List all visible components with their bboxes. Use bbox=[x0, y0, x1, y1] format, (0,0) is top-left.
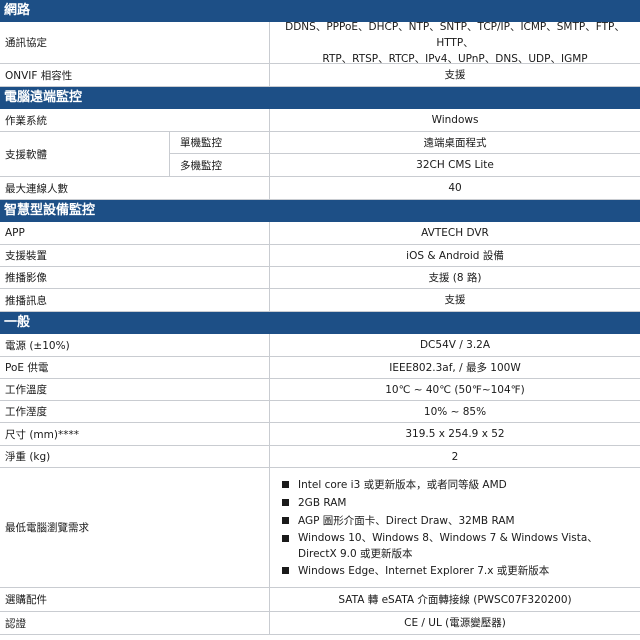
spec-label: ONVIF 相容性 bbox=[0, 64, 270, 86]
spec-value: IEEE802.3af, / 最多 100W bbox=[389, 361, 521, 374]
spec-value: 支援 (8 路) bbox=[428, 271, 482, 284]
spec-sheet: 網路 通訊協定 DDNS、PPPoE、DHCP、NTP、SNTP、TCP/IP、… bbox=[0, 0, 640, 640]
spec-row-push-msg: 推播訊息 支援 bbox=[0, 289, 640, 312]
spec-value: 10℃ ~ 40℃ (50℉~104℉) bbox=[385, 383, 525, 396]
spec-label: 推播影像 bbox=[0, 267, 270, 288]
list-item: Windows 10、Windows 8、Windows 7 & Windows… bbox=[280, 530, 640, 562]
spec-value: 2 bbox=[451, 450, 459, 463]
spec-row-size: 尺寸 (mm)**** 319.5 x 254.9 x 52 bbox=[0, 423, 640, 446]
spec-row-max-users: 最大連線人數 40 bbox=[0, 177, 640, 200]
spec-value: 支援 bbox=[444, 69, 466, 81]
spec-label: 尺寸 (mm)**** bbox=[0, 423, 270, 445]
spec-value: DC54V / 3.2A bbox=[419, 339, 491, 351]
spec-value: 319.5 x 254.9 x 52 bbox=[405, 428, 505, 440]
list-item: Windows Edge、Internet Explorer 7.x 或更新版本 bbox=[280, 562, 640, 580]
spec-row-poe: PoE 供電 IEEE802.3af, / 最多 100W bbox=[0, 357, 640, 379]
list-item: AGP 圖形介面卡、Direct Draw、32MB RAM bbox=[280, 512, 640, 530]
spec-row-onvif: ONVIF 相容性 支援 bbox=[0, 64, 640, 87]
subrow-single: 單機監控 遠端桌面程式 bbox=[170, 132, 640, 154]
software-subrows: 單機監控 遠端桌面程式 多機監控 32CH CMS Lite bbox=[170, 132, 640, 176]
sub-value: 32CH CMS Lite bbox=[416, 159, 494, 171]
spec-row-software: 支援軟體 單機監控 遠端桌面程式 多機監控 32CH CMS Lite bbox=[0, 132, 640, 177]
spec-value: 40 bbox=[448, 182, 462, 194]
spec-value: 支援 bbox=[444, 294, 466, 306]
sub-value: 遠端桌面程式 bbox=[423, 136, 487, 149]
spec-label: 推播訊息 bbox=[0, 289, 270, 311]
spec-label: 最大連線人數 bbox=[0, 177, 270, 199]
spec-row-devices: 支援裝置 iOS & Android 設備 bbox=[0, 245, 640, 267]
protocol-line-1: DDNS、PPPoE、DHCP、NTP、SNTP、TCP/IP、ICMP、SMT… bbox=[285, 20, 625, 49]
spec-row-temp: 工作溫度 10℃ ~ 40℃ (50℉~104℉) bbox=[0, 379, 640, 401]
spec-value: SATA 轉 eSATA 介面轉接線 (PWSC07F320200) bbox=[338, 593, 572, 606]
section-header-smart: 智慧型設備監控 bbox=[0, 200, 640, 222]
spec-row-cert: 認證 CE / UL (電源變壓器) bbox=[0, 612, 640, 635]
list-item-line: Windows 10、Windows 8、Windows 7 & Windows… bbox=[298, 531, 598, 544]
spec-row-protocol: 通訊協定 DDNS、PPPoE、DHCP、NTP、SNTP、TCP/IP、ICM… bbox=[0, 20, 640, 65]
spec-row-accessory: 選購配件 SATA 轉 eSATA 介面轉接線 (PWSC07F320200) bbox=[0, 588, 640, 612]
spec-row-push-video: 推播影像 支援 (8 路) bbox=[0, 267, 640, 289]
spec-label: 選購配件 bbox=[0, 588, 270, 611]
spec-label: 支援裝置 bbox=[0, 245, 270, 266]
spec-label: APP bbox=[0, 222, 270, 244]
spec-value: AVTECH DVR bbox=[421, 227, 489, 239]
spec-label: 工作溼度 bbox=[0, 401, 270, 422]
list-item-line: DirectX 9.0 或更新版本 bbox=[298, 547, 413, 560]
spec-value: DDNS、PPPoE、DHCP、NTP、SNTP、TCP/IP、ICMP、SMT… bbox=[270, 20, 640, 65]
spec-label: 工作溫度 bbox=[0, 379, 270, 400]
spec-label: 通訊協定 bbox=[0, 22, 270, 63]
spec-row-os: 作業系統 Windows bbox=[0, 109, 640, 132]
section-header-general: 一般 bbox=[0, 312, 640, 334]
spec-row-weight: 淨重 (kg) 2 bbox=[0, 446, 640, 468]
list-item: 2GB RAM bbox=[280, 494, 640, 512]
spec-value: Windows bbox=[431, 114, 479, 126]
list-item: Intel core i3 或更新版本，或者同等級 AMD bbox=[280, 476, 640, 494]
spec-row-humidity: 工作溼度 10% ~ 85% bbox=[0, 401, 640, 423]
spec-row-power: 電源 (±10%) DC54V / 3.2A bbox=[0, 334, 640, 357]
spec-row-min-pc: 最低電腦瀏覽需求 Intel core i3 或更新版本，或者同等級 AMD 2… bbox=[0, 468, 640, 588]
sub-label: 單機監控 bbox=[170, 132, 270, 153]
sub-label: 多機監控 bbox=[170, 154, 270, 176]
spec-value: Intel core i3 或更新版本，或者同等級 AMD 2GB RAM AG… bbox=[270, 468, 640, 587]
spec-value: iOS & Android 設備 bbox=[406, 249, 504, 262]
section-header-pc-remote: 電腦遠端監控 bbox=[0, 87, 640, 109]
spec-value: CE / UL (電源變壓器) bbox=[404, 617, 506, 629]
spec-value: 10% ~ 85% bbox=[423, 405, 487, 418]
spec-label: PoE 供電 bbox=[0, 357, 270, 378]
spec-row-app: APP AVTECH DVR bbox=[0, 222, 640, 245]
subrow-multi: 多機監控 32CH CMS Lite bbox=[170, 154, 640, 176]
spec-label: 最低電腦瀏覽需求 bbox=[0, 468, 270, 587]
spec-label: 電源 (±10%) bbox=[0, 334, 270, 356]
spec-label: 淨重 (kg) bbox=[0, 446, 270, 467]
requirement-list: Intel core i3 或更新版本，或者同等級 AMD 2GB RAM AG… bbox=[270, 476, 640, 580]
spec-label: 作業系統 bbox=[0, 109, 270, 131]
spec-label: 支援軟體 bbox=[0, 132, 170, 176]
spec-label: 認證 bbox=[0, 612, 270, 634]
